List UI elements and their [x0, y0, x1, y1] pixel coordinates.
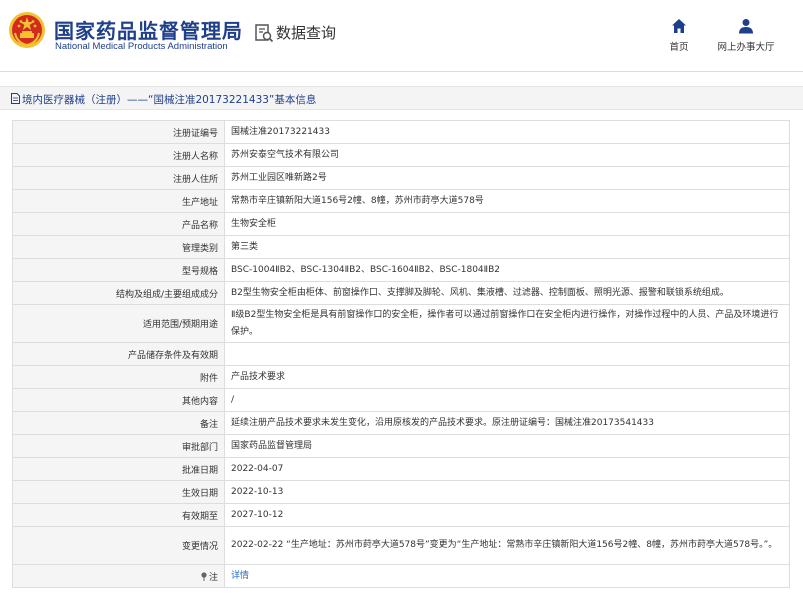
breadcrumb-text: 境内医疗器械（注册）——“国械注准20173221433”基本信息 [22, 94, 317, 106]
row-label: 附件 [12, 365, 225, 389]
table-row: 注 详情 [12, 564, 790, 588]
row-value: BSC-1004ⅡB2、BSC-1304ⅡB2、BSC-1604ⅡB2、BSC-… [224, 258, 790, 282]
row-value: 苏州工业园区唯新路2号 [224, 166, 790, 190]
row-label: 生效日期 [12, 480, 225, 504]
table-row: 注册证编号 国械注准20173221433 [12, 120, 790, 144]
row-label: 备注 [12, 411, 225, 435]
row-label: 适用范围/预期用途 [12, 304, 225, 343]
row-value: 2022-10-13 [224, 480, 790, 504]
site-header: 国家药品监督管理局 National Medical Products Admi… [0, 0, 803, 72]
row-value: B2型生物安全柜由柜体、前窗操作口、支撑脚及脚轮、风机、集液槽、过滤器、控制面板… [224, 281, 790, 305]
nav-home-label: 首页 [669, 42, 689, 53]
table-row: 备注 延续注册产品技术要求未发生变化，沿用原核发的产品技术要求。原注册证编号：国械… [12, 411, 790, 435]
table-row: 注册人住所 苏州工业园区唯新路2号 [12, 166, 790, 190]
table-row: 变更情况 2022-02-22 “生产地址：苏州市莳亭大道578号”变更为“生产地… [12, 526, 790, 565]
row-value: 延续注册产品技术要求未发生变化，沿用原核发的产品技术要求。原注册证编号：国械注准… [224, 411, 790, 435]
details-link[interactable]: 详情 [231, 571, 249, 581]
row-value: 国械注准20173221433 [224, 120, 790, 144]
row-label: 变更情况 [12, 526, 225, 565]
row-value: 生物安全柜 [224, 212, 790, 236]
table-row: 产品储存条件及有效期 [12, 342, 790, 366]
breadcrumb: 境内医疗器械（注册）——“国械注准20173221433”基本信息 [0, 86, 803, 110]
row-value: 苏州安泰空气技术有限公司 [224, 143, 790, 167]
table-row: 有效期至 2027-10-12 [12, 503, 790, 527]
table-row: 批准日期 2022-04-07 [12, 457, 790, 481]
row-value: / [224, 388, 790, 412]
table-row: 其他内容 / [12, 388, 790, 412]
row-value: 详情 [224, 564, 790, 588]
row-label: 管理类别 [12, 235, 225, 259]
table-row: 注册人名称 苏州安泰空气技术有限公司 [12, 143, 790, 167]
registration-detail-table: 注册证编号 国械注准20173221433 注册人名称 苏州安泰空气技术有限公司 注… [12, 120, 790, 588]
row-value: 常熟市辛庄镇新阳大道156号2幢、8幢，苏州市莳亭大道578号 [224, 189, 790, 213]
row-value: Ⅱ级B2型生物安全柜是具有前窗操作口的安全柜，操作者可以通过前窗操作口在安全柜内… [224, 304, 790, 343]
agency-name-cn: 国家药品监督管理局 [54, 19, 243, 43]
row-value [224, 342, 790, 366]
row-value: 2022-04-07 [224, 457, 790, 481]
data-query-title: 数据查询 [276, 24, 337, 42]
user-icon [739, 19, 753, 34]
header-divider [0, 71, 803, 72]
row-value: 国家药品监督管理局 [224, 434, 790, 458]
row-label: 批准日期 [12, 457, 225, 481]
table-row: 适用范围/预期用途 Ⅱ级B2型生物安全柜是具有前窗操作口的安全柜，操作者可以通过前… [12, 304, 790, 343]
row-label: 产品名称 [12, 212, 225, 236]
table-row: 型号规格 BSC-1004ⅡB2、BSC-1304ⅡB2、BSC-1604ⅡB2、… [12, 258, 790, 282]
row-label: 有效期至 [12, 503, 225, 527]
table-row: 结构及组成/主要组成成分 B2型生物安全柜由柜体、前窗操作口、支撑脚及脚轮、风机、… [12, 281, 790, 305]
row-value: 第三类 [224, 235, 790, 259]
document-icon [11, 93, 20, 104]
row-label: 注册人住所 [12, 166, 225, 190]
table-row: 审批部门 国家药品监督管理局 [12, 434, 790, 458]
row-label: 审批部门 [12, 434, 225, 458]
data-query-icon [255, 24, 274, 43]
note-pin-icon [201, 571, 207, 581]
row-value: 2027-10-12 [224, 503, 790, 527]
nav-online-office[interactable]: 网上办事大厅 [714, 18, 778, 53]
row-label: 注 [12, 564, 225, 588]
agency-name-en: National Medical Products Administration [55, 41, 228, 52]
row-label: 型号规格 [12, 258, 225, 282]
table-row: 管理类别 第三类 [12, 235, 790, 259]
national-emblem-icon [9, 12, 45, 48]
nav-home[interactable]: 首页 [664, 18, 694, 53]
row-label: 注册人名称 [12, 143, 225, 167]
row-value: 产品技术要求 [224, 365, 790, 389]
home-icon [672, 19, 686, 33]
table-row: 产品名称 生物安全柜 [12, 212, 790, 236]
row-label: 结构及组成/主要组成成分 [12, 281, 225, 305]
table-row: 生效日期 2022-10-13 [12, 480, 790, 504]
row-label: 生产地址 [12, 189, 225, 213]
row-value: 2022-02-22 “生产地址：苏州市莳亭大道578号”变更为“生产地址：常熟… [224, 526, 790, 565]
row-label: 其他内容 [12, 388, 225, 412]
row-label: 产品储存条件及有效期 [12, 342, 225, 366]
table-row: 附件 产品技术要求 [12, 365, 790, 389]
table-row: 生产地址 常熟市辛庄镇新阳大道156号2幢、8幢，苏州市莳亭大道578号 [12, 189, 790, 213]
note-label: 注 [208, 572, 218, 583]
row-label: 注册证编号 [12, 120, 225, 144]
nav-online-office-label: 网上办事大厅 [717, 42, 775, 53]
